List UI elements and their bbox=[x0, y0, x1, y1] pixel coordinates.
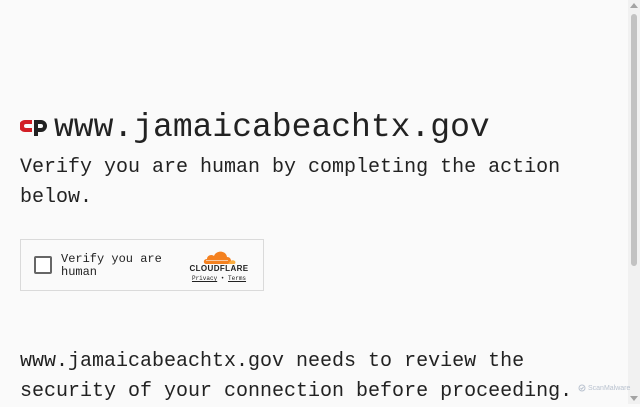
watermark-text: ScanMalware bbox=[588, 384, 631, 392]
verify-checkbox[interactable] bbox=[34, 256, 52, 274]
scroll-down-arrow-icon[interactable] bbox=[630, 396, 638, 401]
scanmalware-watermark: ScanMalware bbox=[578, 384, 630, 392]
link-separator: • bbox=[220, 275, 225, 282]
scrollbar-thumb[interactable] bbox=[631, 14, 637, 266]
verify-prompt-text: Verify you are human by completing the a… bbox=[20, 156, 561, 209]
cloudflare-challenge-logo-icon bbox=[20, 120, 47, 136]
widget-footer-links: Privacy • Terms bbox=[187, 275, 251, 282]
scroll-up-arrow-icon[interactable] bbox=[630, 3, 638, 8]
scanmalware-logo-icon bbox=[578, 384, 586, 392]
cloudflare-branding: CLOUDFLARE Privacy • Terms bbox=[187, 249, 251, 282]
site-domain-title: www.jamaicabeachtx.gov bbox=[54, 109, 490, 146]
review-message-text: www.jamaicabeachtx.gov needs to review t… bbox=[20, 350, 573, 403]
cloudflare-cloud-icon bbox=[203, 251, 236, 264]
security-review-message: www.jamaicabeachtx.gov needs to review t… bbox=[20, 347, 620, 407]
vertical-scrollbar[interactable] bbox=[628, 0, 640, 404]
site-header: www.jamaicabeachtx.gov bbox=[20, 106, 490, 150]
cloudflare-wordmark: CLOUDFLARE bbox=[189, 264, 249, 273]
privacy-link[interactable]: Privacy bbox=[192, 275, 217, 282]
turnstile-widget: Verify you are human CLOUDFLARE Privacy … bbox=[20, 239, 264, 291]
terms-link[interactable]: Terms bbox=[228, 275, 246, 282]
verify-checkbox-label[interactable]: Verify you are human bbox=[61, 253, 171, 279]
